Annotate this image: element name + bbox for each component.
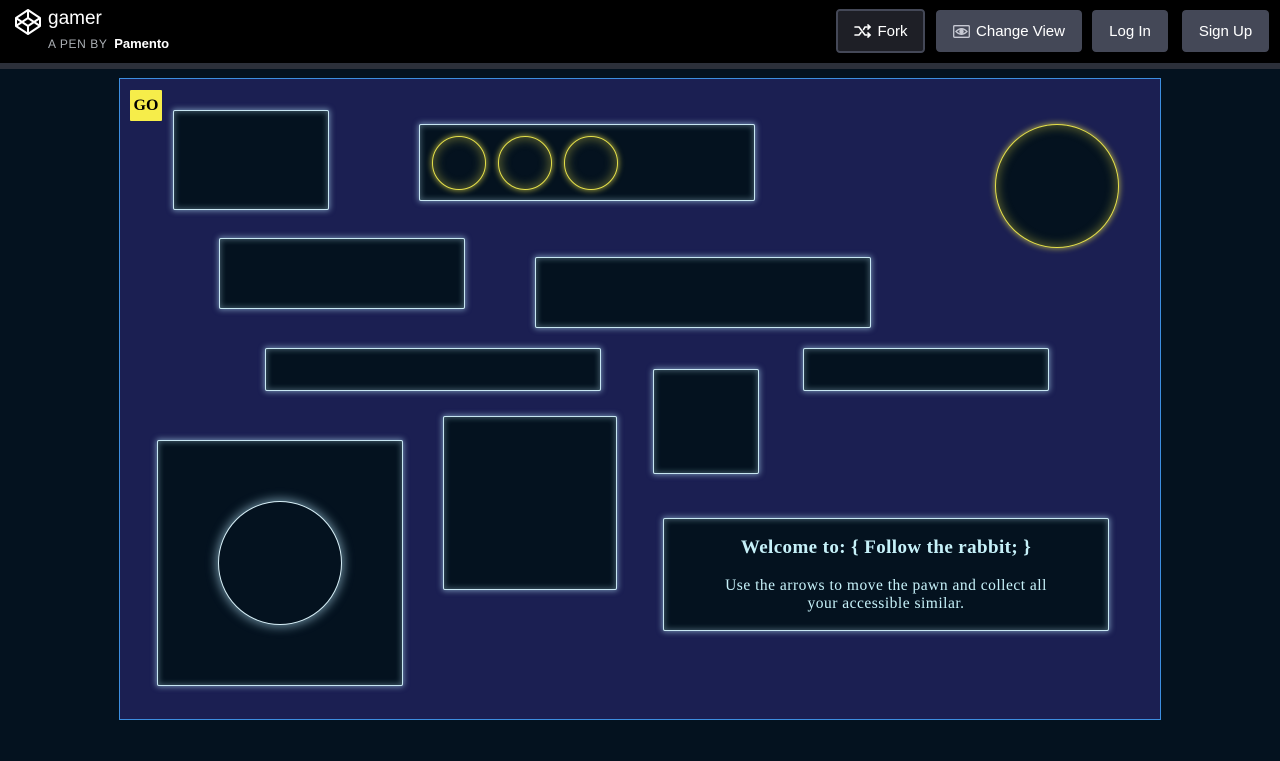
fork-icon bbox=[853, 24, 872, 38]
pen-author-line: A PEN BY Pamento bbox=[48, 36, 169, 51]
wall-block bbox=[535, 257, 871, 328]
go-button[interactable]: GO bbox=[130, 90, 162, 121]
player-pawn[interactable] bbox=[218, 501, 342, 625]
sign-up-label: Sign Up bbox=[1198, 22, 1253, 40]
fork-label: Fork bbox=[877, 22, 908, 40]
fork-button[interactable]: Fork bbox=[836, 9, 925, 53]
pen-title[interactable]: gamer bbox=[48, 8, 102, 30]
codepen-logo-icon[interactable] bbox=[14, 8, 42, 36]
codepen-header: gamer A PEN BY Pamento Fork Change View bbox=[0, 0, 1280, 63]
wall-block bbox=[803, 348, 1049, 391]
game-stage[interactable]: GO Welcome to: { Follow the rabbit; } Us… bbox=[119, 78, 1161, 720]
pen-author-link[interactable]: Pamento bbox=[114, 36, 169, 51]
welcome-instructions: Use the arrows to move the pawn and coll… bbox=[725, 577, 1047, 612]
wall-block bbox=[265, 348, 601, 391]
wall-block bbox=[653, 369, 759, 474]
pen-by-label: A PEN BY bbox=[48, 37, 108, 51]
wall-block bbox=[219, 238, 465, 309]
change-view-button[interactable]: Change View bbox=[936, 10, 1082, 52]
eye-icon bbox=[953, 24, 970, 38]
wall-block bbox=[443, 416, 617, 590]
target-circle[interactable] bbox=[995, 124, 1119, 248]
change-view-label: Change View bbox=[976, 22, 1065, 40]
welcome-message: Welcome to: { Follow the rabbit; } Use t… bbox=[663, 518, 1109, 631]
welcome-title: Welcome to: { Follow the rabbit; } bbox=[740, 537, 1032, 558]
coin-token[interactable] bbox=[432, 136, 486, 190]
sign-up-button[interactable]: Sign Up bbox=[1182, 10, 1269, 52]
wall-block bbox=[173, 110, 329, 210]
log-in-button[interactable]: Log In bbox=[1092, 10, 1168, 52]
log-in-label: Log In bbox=[1109, 22, 1151, 40]
coin-token[interactable] bbox=[564, 136, 618, 190]
coin-token[interactable] bbox=[498, 136, 552, 190]
header-divider bbox=[0, 63, 1280, 69]
